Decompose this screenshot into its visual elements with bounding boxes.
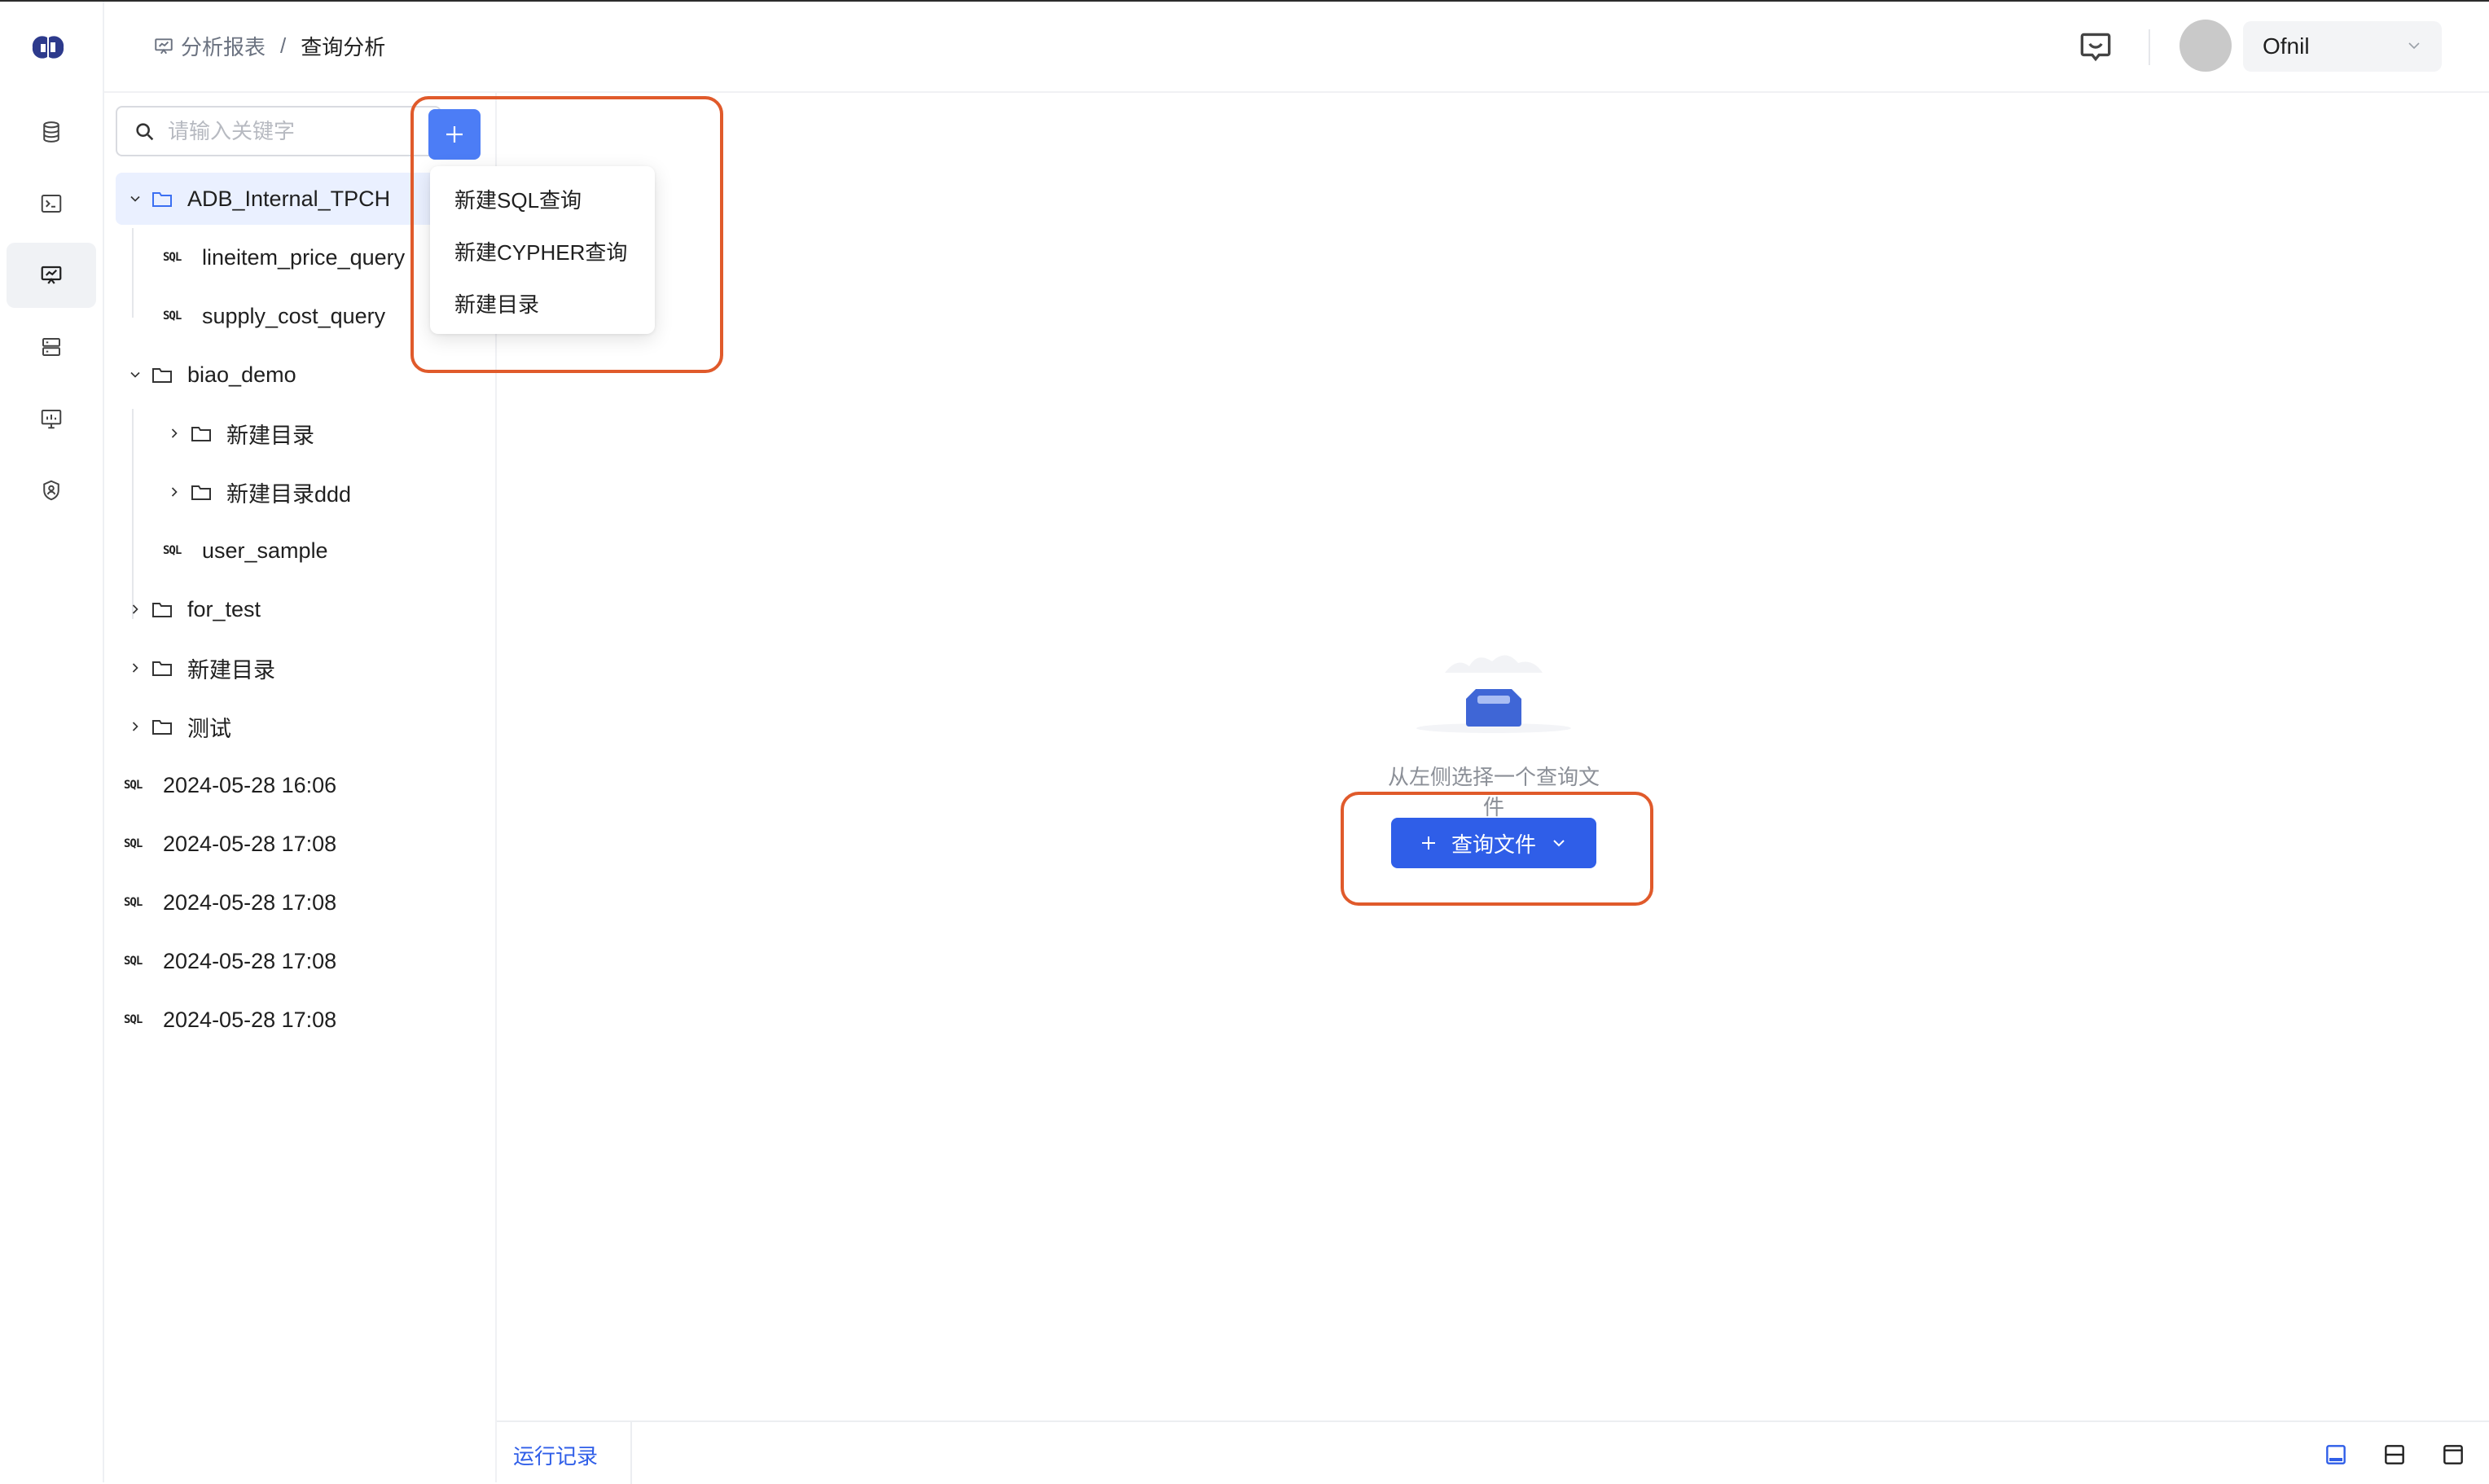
tree-file-2024-05-28-1708[interactable]: SQL 2024-05-28 17:08 [124,818,336,870]
breadcrumb: 分析报表 / 查询分析 [153,31,385,61]
tree-file-2024-05-28-1708[interactable]: SQL 2024-05-28 17:08 [124,876,336,929]
search-icon [136,123,154,141]
tree-item-label: biao_demo [187,362,296,387]
breadcrumb-parent[interactable]: 分析报表 [153,31,266,61]
tree-item-label: 2024-05-28 17:08 [163,889,337,915]
sql-file-icon: SQL [124,955,143,968]
chevron-right-icon [171,487,178,497]
folder-icon [191,485,211,500]
chevron-down-icon [1553,840,1565,847]
tree-item-label: 2024-05-28 17:08 [163,948,337,973]
sql-file-icon: SQL [163,310,182,323]
chevron-down-icon [2408,42,2420,50]
breadcrumb-separator: / [280,33,287,58]
search-box [116,106,441,156]
breadcrumb-parent-label: 分析报表 [181,35,266,59]
avatar[interactable] [2180,20,2232,72]
layout-bottom-panel-icon[interactable] [2323,1442,2349,1468]
tree-item-label: ADB_Internal_TPCH [187,186,391,211]
query-file-button[interactable]: 查询文件 [1391,818,1596,868]
chevron-right-icon [132,722,138,731]
tree-folder-biao-demo[interactable]: biao_demo [127,349,296,401]
tree-item-label: 2024-05-28 16:06 [163,772,337,797]
layout-split-icon[interactable] [2381,1442,2408,1468]
rail-item-analysis-report[interactable] [7,243,96,308]
breadcrumb-current: 查询分析 [301,35,386,59]
tree-item-label: 新建目录 [187,657,275,683]
tree-folder-new-directory-ddd[interactable]: 新建目录ddd [166,466,351,518]
sql-file-icon: SQL [124,779,143,792]
sql-file-icon: SQL [163,544,182,557]
tree-file-supply-cost-query[interactable]: SQL supply_cost_query [163,290,385,342]
folder-icon [191,427,211,441]
top-header: 分析报表 / 查询分析 Ofnil [104,2,2489,93]
bottom-divider [630,1422,632,1484]
rail-item-server[interactable] [7,314,96,380]
highlight-annotation [410,96,723,373]
bottom-bar: 运行记录 [497,1420,2489,1484]
rail-item-terminal[interactable] [7,171,96,236]
tree-item-label: 新建目录 [226,423,314,448]
tree-file-lineitem-price-query[interactable]: SQL lineitem_price_query [163,231,405,283]
shield-user-icon [43,480,59,501]
search-input[interactable] [166,117,422,145]
tree-file-2024-05-28-1708[interactable]: SQL 2024-05-28 17:08 [124,935,336,987]
query-file-button-label: 查询文件 [1451,832,1536,857]
tree-folder-test[interactable]: 测试 [127,700,231,753]
tree-folder-new-directory[interactable]: 新建目录 [166,407,314,459]
chevron-right-icon [132,663,138,673]
sql-file-icon: SQL [124,837,143,850]
message-icon[interactable] [2075,26,2116,67]
run-log-tab[interactable]: 运行记录 [513,1440,598,1470]
analysis-report-icon [155,37,173,54]
plus-icon [1421,836,1435,850]
tree-item-label: 2024-05-28 17:08 [163,831,337,856]
chevron-down-icon [130,371,140,378]
empty-box-icon [1416,655,1571,733]
folder-icon [152,368,172,383]
tree-item-label: lineitem_price_query [202,244,406,270]
folder-icon [152,603,172,617]
server-icon [42,338,60,356]
tree-item-label: for_test [187,596,261,621]
user-select[interactable]: Ofnil [2243,21,2442,72]
analysis-report-icon [41,266,62,284]
rail-item-security[interactable] [7,458,96,523]
sql-file-icon: SQL [124,1013,143,1026]
chevron-down-icon [130,195,140,202]
folder-icon [152,720,172,735]
tree-item-label: 2024-05-28 17:08 [163,1007,337,1032]
sql-file-icon: SQL [163,251,182,264]
header-divider [2149,29,2150,65]
app-logo-icon[interactable] [29,31,67,64]
sql-file-icon: SQL [124,896,143,909]
tree-item-label: 测试 [187,716,231,741]
tree-folder-for-test[interactable]: for_test [127,583,261,635]
database-icon [43,121,59,143]
rail-item-database[interactable] [7,99,96,165]
chevron-right-icon [132,604,138,614]
rail-item-monitor[interactable] [7,386,96,451]
tree-item-label: supply_cost_query [202,303,386,328]
folder-icon [152,661,172,676]
monitor-chart-icon [41,410,62,429]
tree-file-2024-05-28-1606[interactable]: SQL 2024-05-28 16:06 [124,759,336,811]
terminal-icon [41,195,62,213]
username: Ofnil [2263,33,2310,59]
tree-item-label: 新建目录ddd [226,481,352,507]
tree-file-2024-05-28-1708[interactable]: SQL 2024-05-28 17:08 [124,994,336,1046]
tree-folder-new-directory-2[interactable]: 新建目录 [127,642,275,694]
tree-file-user-sample[interactable]: SQL user_sample [163,525,328,577]
nav-rail [0,2,104,1482]
folder-icon [152,192,172,207]
empty-state-text: 从左侧选择一个查询文件 [1387,765,1600,819]
tree-item-label: user_sample [202,538,328,563]
chevron-right-icon [171,428,178,438]
tree-guide-line [132,228,134,318]
layout-maximize-icon[interactable] [2440,1442,2466,1468]
